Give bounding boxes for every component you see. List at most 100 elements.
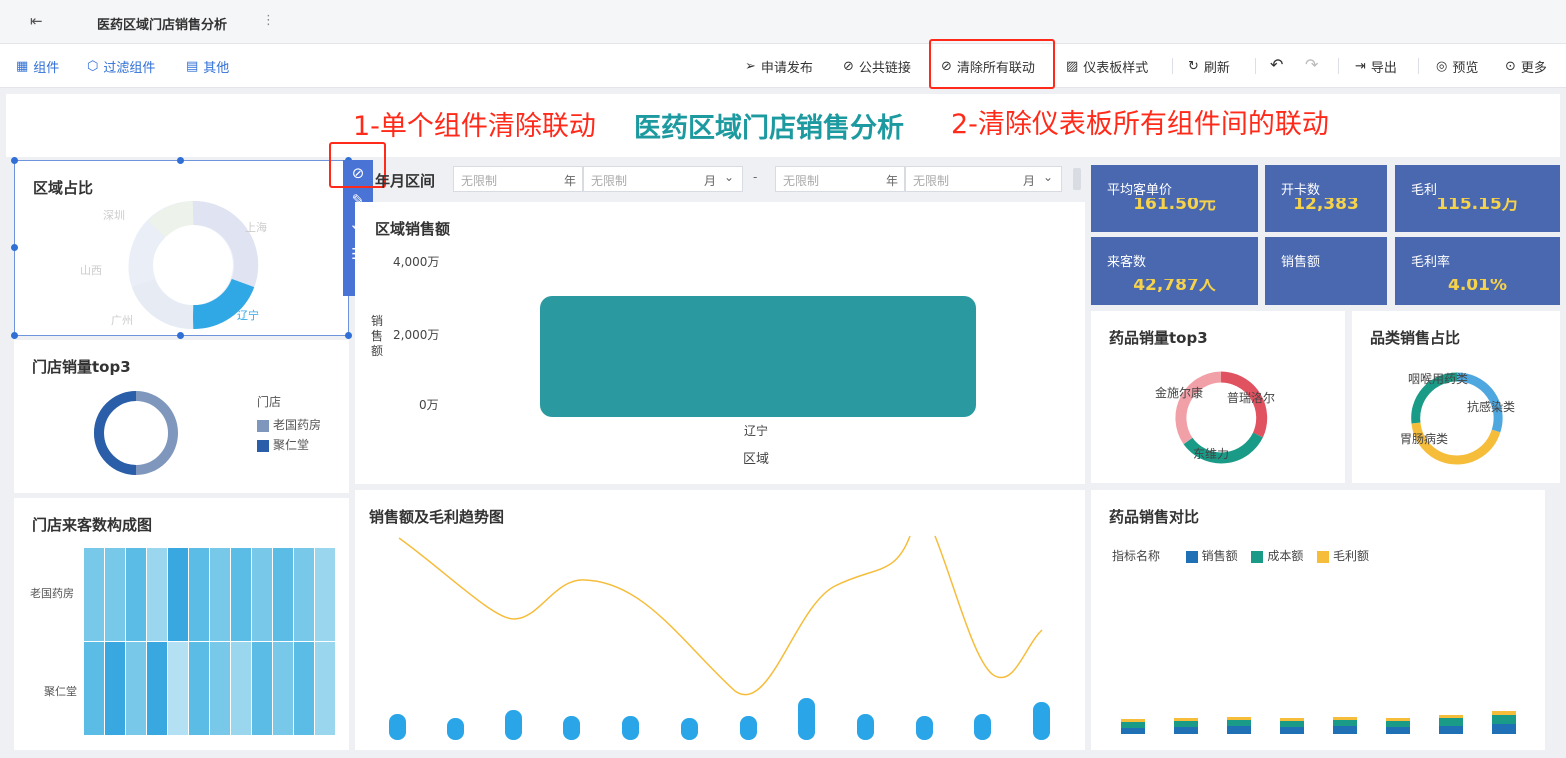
heatmap-cell[interactable]: [168, 548, 188, 641]
other-button[interactable]: ▤ 其他: [186, 57, 229, 76]
kpi-card[interactable]: 毛利率 4.01%: [1395, 237, 1560, 305]
heatmap-cell[interactable]: [315, 642, 335, 735]
trend-chart[interactable]: [355, 526, 1085, 746]
profit-trend-line[interactable]: [398, 535, 1043, 696]
stacked-bar-segment[interactable]: [1439, 715, 1463, 718]
heatmap-cell[interactable]: [231, 642, 251, 735]
legend-label[interactable]: 成本额: [1267, 549, 1303, 563]
stacked-bar-segment[interactable]: [1439, 726, 1463, 734]
heatmap-cell[interactable]: [315, 548, 335, 641]
heatmap-cell[interactable]: [294, 642, 314, 735]
drug-compare-panel[interactable]: 药品销售对比 指标名称 销售额 成本额 毛利额: [1091, 490, 1545, 750]
more-button[interactable]: ⊙ 更多: [1505, 57, 1547, 76]
sales-bar[interactable]: [798, 698, 815, 740]
filter-component-button[interactable]: ⬡ 过滤组件: [87, 57, 155, 76]
end-month-select[interactable]: 无限制 月 ⌄: [905, 166, 1062, 192]
title-more-icon[interactable]: ⋮: [262, 13, 275, 28]
kpi-card[interactable]: 销售额: [1265, 237, 1387, 305]
resize-handle[interactable]: [345, 332, 352, 339]
heatmap-cell[interactable]: [273, 642, 293, 735]
export-button[interactable]: ⇥ 导出: [1355, 57, 1397, 76]
stacked-bar-segment[interactable]: [1227, 720, 1251, 726]
donut-slice-shanghai[interactable]: [192, 201, 259, 288]
heatmap-chart[interactable]: [84, 548, 336, 744]
kpi-card[interactable]: 平均客单价 161.50元: [1091, 165, 1258, 232]
store-top3-donut[interactable]: [84, 385, 194, 485]
sales-bar[interactable]: [389, 714, 406, 740]
kpi-card[interactable]: 开卡数 12,383: [1265, 165, 1387, 232]
heatmap-cell[interactable]: [231, 548, 251, 641]
resize-handle[interactable]: [177, 157, 184, 164]
category-share-panel[interactable]: 品类销售占比 咽喉用药类 抗感染类 胃肠病类: [1352, 311, 1560, 483]
stacked-bar-segment[interactable]: [1174, 721, 1198, 727]
heatmap-cell[interactable]: [189, 548, 209, 641]
stacked-bar-segment[interactable]: [1492, 711, 1516, 715]
heatmap-cell[interactable]: [147, 642, 167, 735]
sales-bar[interactable]: [563, 716, 580, 740]
dashboard-style-button[interactable]: ▨ 仪表板样式: [1066, 57, 1148, 76]
heatmap-cell[interactable]: [189, 642, 209, 735]
stacked-bar-segment[interactable]: [1174, 718, 1198, 721]
resize-handle[interactable]: [11, 332, 18, 339]
donut-slice-guangzhou[interactable]: [131, 278, 194, 329]
stacked-bar-segment[interactable]: [1121, 728, 1145, 734]
heatmap-cell[interactable]: [168, 642, 188, 735]
region-share-panel[interactable]: 区域占比 深圳 上海 山西 广州 辽宁: [14, 160, 349, 336]
stacked-bar-segment[interactable]: [1121, 719, 1145, 722]
stacked-bar-segment[interactable]: [1492, 715, 1516, 724]
trend-panel[interactable]: 销售额及毛利趋势图: [355, 490, 1085, 750]
stacked-bar-segment[interactable]: [1439, 718, 1463, 726]
store-top3-panel[interactable]: 门店销量top3 门店 老国药房 聚仁堂: [14, 340, 349, 493]
stacked-bar-segment[interactable]: [1333, 720, 1357, 726]
sales-bar[interactable]: [857, 714, 874, 740]
resize-handle[interactable]: [11, 244, 18, 251]
refresh-button[interactable]: ↻ 刷新: [1188, 57, 1230, 76]
start-year-select[interactable]: 无限制 年: [453, 166, 583, 192]
legend-item[interactable]: 老国药房: [257, 416, 321, 433]
donut-slice-jurentang[interactable]: [94, 391, 137, 475]
public-link-button[interactable]: ⊘ 公共链接: [843, 57, 911, 76]
heatmap-cell[interactable]: [126, 548, 146, 641]
stacked-bar-segment[interactable]: [1386, 721, 1410, 727]
sales-bar[interactable]: [622, 716, 639, 740]
stacked-bar-segment[interactable]: [1492, 724, 1516, 734]
redo-button[interactable]: ↷: [1305, 55, 1318, 74]
resize-handle[interactable]: [177, 332, 184, 339]
stacked-bar-segment[interactable]: [1280, 727, 1304, 734]
heatmap-cell[interactable]: [252, 642, 272, 735]
donut-slice-shenzhen[interactable]: [148, 201, 194, 238]
sales-bar[interactable]: [681, 718, 698, 740]
heatmap-cell[interactable]: [147, 548, 167, 641]
sales-bar[interactable]: [447, 718, 464, 740]
start-month-select[interactable]: 无限制 月 ⌄: [583, 166, 743, 192]
stacked-bar-segment[interactable]: [1227, 726, 1251, 734]
heatmap-cell[interactable]: [105, 642, 125, 735]
stacked-bar-segment[interactable]: [1280, 721, 1304, 727]
heatmap-cell[interactable]: [84, 642, 104, 735]
heatmap-cell[interactable]: [105, 548, 125, 641]
filter-scrollbar[interactable]: [1073, 168, 1081, 190]
heatmap-cell[interactable]: [84, 548, 104, 641]
back-icon[interactable]: ⇤: [30, 12, 43, 30]
sales-bar[interactable]: [740, 716, 757, 740]
sales-bar[interactable]: [916, 716, 933, 740]
region-sales-panel[interactable]: 区域销售额 4,000万 2,000万 0万 销售额 辽宁 区域: [355, 202, 1085, 484]
stacked-bar-segment[interactable]: [1386, 718, 1410, 721]
sales-bar[interactable]: [1033, 702, 1050, 740]
heatmap-cell[interactable]: [126, 642, 146, 735]
legend-item[interactable]: 聚仁堂: [257, 436, 309, 453]
donut-slice-liaoning[interactable]: [192, 278, 255, 329]
resize-handle[interactable]: [11, 157, 18, 164]
drug-top3-panel[interactable]: 药品销量top3 金施尔康 普瑞洛尔 东维力: [1091, 311, 1345, 483]
stacked-bar-segment[interactable]: [1280, 718, 1304, 721]
drug-compare-chart[interactable]: [1091, 690, 1545, 750]
component-button[interactable]: ▦ 组件: [16, 57, 59, 76]
end-year-select[interactable]: 无限制 年: [775, 166, 905, 192]
heatmap-cell[interactable]: [252, 548, 272, 641]
stacked-bar-segment[interactable]: [1121, 722, 1145, 728]
stacked-bar-segment[interactable]: [1333, 726, 1357, 734]
legend-label[interactable]: 销售额: [1202, 549, 1238, 563]
stacked-bar-segment[interactable]: [1227, 717, 1251, 720]
kpi-card[interactable]: 毛利 115.15万: [1395, 165, 1560, 232]
undo-button[interactable]: ↶: [1270, 55, 1283, 74]
